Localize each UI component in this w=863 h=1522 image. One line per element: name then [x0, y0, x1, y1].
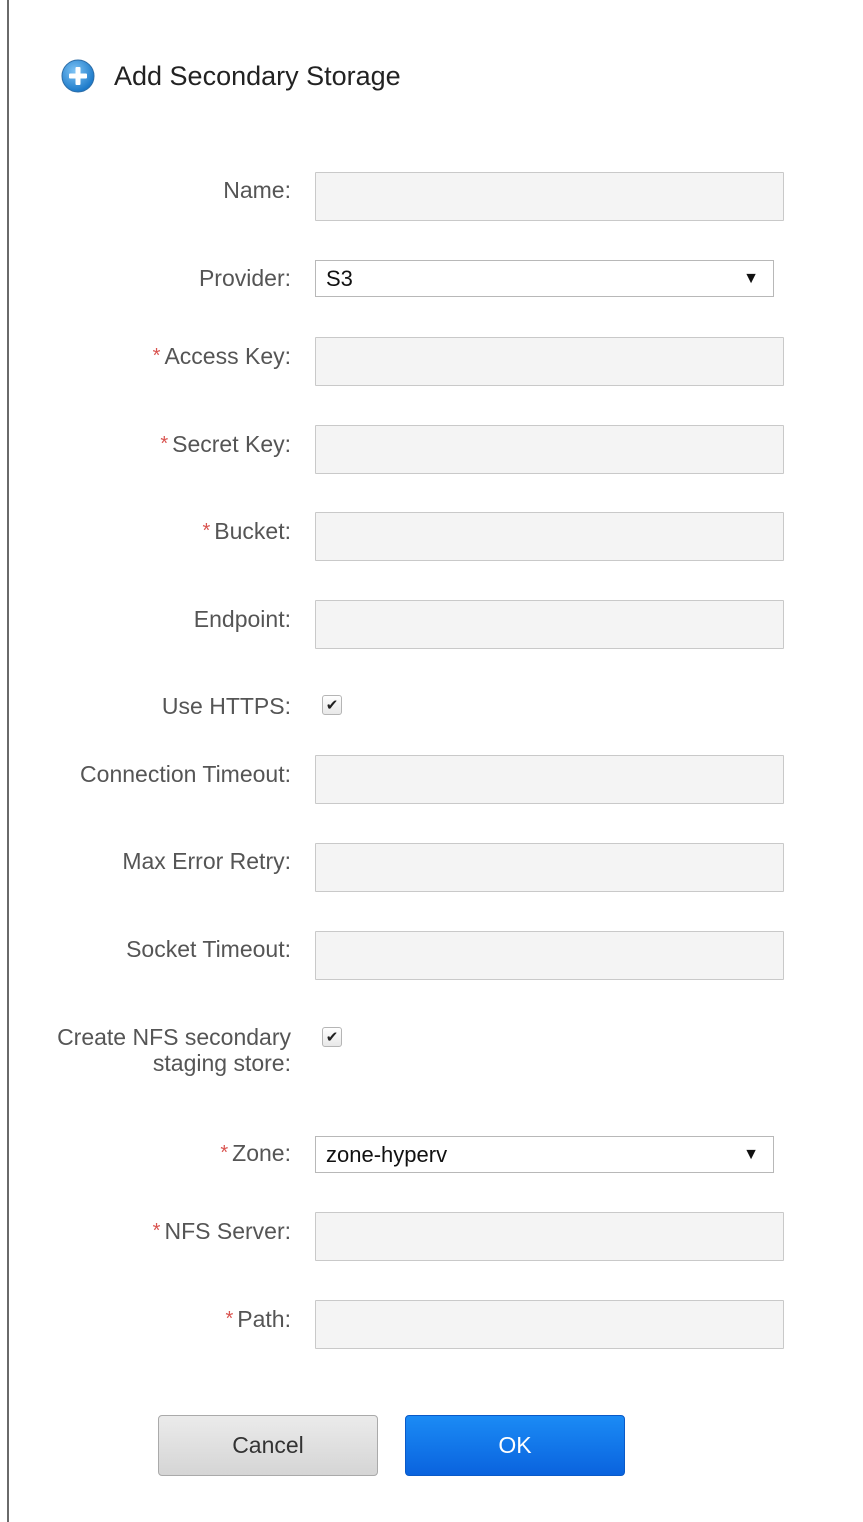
create-nfs-staging-checkbox[interactable]: ✔	[322, 1027, 342, 1047]
required-marker: *	[225, 1308, 234, 1330]
nfs-server-input[interactable]	[315, 1212, 784, 1261]
bucket-label-text: Bucket:	[214, 518, 291, 544]
secret-key-label: * Secret Key:	[160, 431, 291, 458]
create-nfs-staging-label: Create NFS secondary staging store:	[57, 1024, 291, 1076]
checkmark-icon: ✔	[325, 1028, 339, 1046]
connection-timeout-label: Connection Timeout:	[80, 761, 291, 787]
endpoint-label: Endpoint:	[193, 606, 291, 632]
secret-key-input[interactable]	[315, 425, 784, 474]
socket-timeout-input[interactable]	[315, 931, 784, 980]
zone-selected-value: zone-hyperv	[326, 1141, 448, 1167]
path-label: * Path:	[225, 1306, 291, 1333]
plus-circle-icon	[60, 58, 96, 94]
zone-label: * Zone:	[220, 1140, 291, 1167]
nfs-server-label-text: NFS Server:	[164, 1218, 291, 1244]
use-https-checkbox[interactable]: ✔	[322, 695, 342, 715]
max-error-retry-input[interactable]	[315, 843, 784, 892]
dropdown-arrow-icon: ▼	[743, 269, 759, 287]
zone-select[interactable]: zone-hyperv ▼	[315, 1136, 774, 1173]
dropdown-arrow-icon: ▼	[743, 1145, 759, 1163]
zone-label-text: Zone:	[232, 1140, 291, 1166]
dialog-title: Add Secondary Storage	[114, 60, 401, 91]
provider-selected-value: S3	[326, 265, 353, 291]
add-secondary-storage-dialog: Add Secondary Storage Name: Provider: S3…	[0, 0, 863, 1522]
required-marker: *	[152, 1220, 161, 1242]
secret-key-label-text: Secret Key:	[172, 431, 291, 457]
left-border	[7, 0, 9, 1522]
access-key-label: * Access Key:	[153, 343, 291, 370]
required-marker: *	[202, 520, 211, 542]
socket-timeout-label: Socket Timeout:	[126, 936, 291, 962]
dialog-header: Add Secondary Storage	[60, 56, 401, 96]
nfs-server-label: * NFS Server:	[153, 1218, 291, 1245]
bucket-label: * Bucket:	[202, 518, 291, 545]
max-error-retry-label: Max Error Retry:	[122, 848, 291, 874]
access-key-input[interactable]	[315, 337, 784, 386]
endpoint-input[interactable]	[315, 600, 784, 649]
use-https-label: Use HTTPS:	[161, 693, 291, 719]
required-marker: *	[152, 345, 161, 367]
bucket-input[interactable]	[315, 512, 784, 561]
checkmark-icon: ✔	[325, 696, 339, 714]
cancel-button[interactable]: Cancel	[158, 1415, 378, 1476]
name-label: Name:	[223, 177, 291, 203]
required-marker: *	[160, 433, 169, 455]
provider-select[interactable]: S3 ▼	[315, 260, 774, 297]
name-input[interactable]	[315, 172, 784, 221]
connection-timeout-input[interactable]	[315, 755, 784, 804]
required-marker: *	[220, 1142, 229, 1164]
access-key-label-text: Access Key:	[164, 343, 291, 369]
path-input[interactable]	[315, 1300, 784, 1349]
path-label-text: Path:	[237, 1306, 291, 1332]
ok-button[interactable]: OK	[405, 1415, 625, 1476]
provider-label: Provider:	[198, 265, 291, 291]
